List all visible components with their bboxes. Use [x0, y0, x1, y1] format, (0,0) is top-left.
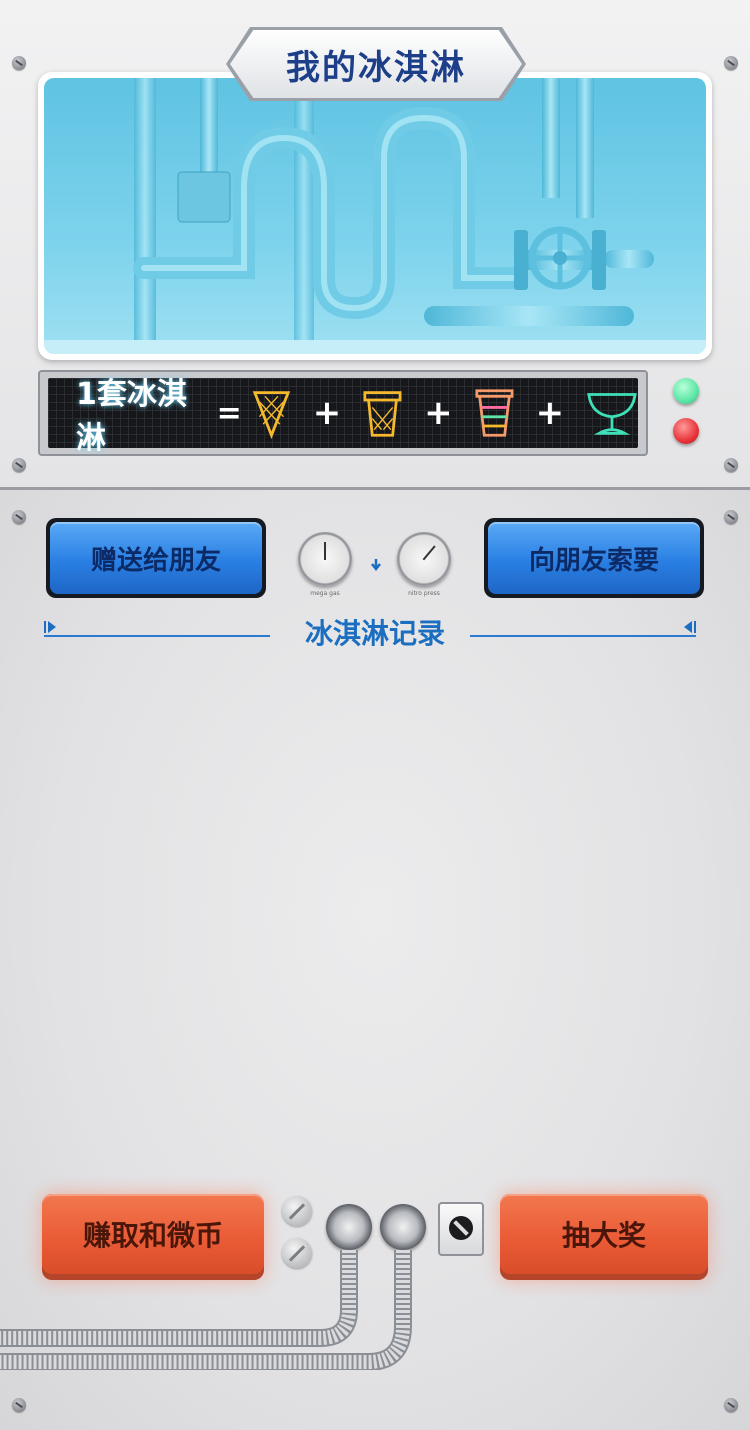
screw: [12, 56, 26, 70]
lottery-button-label: 抽大奖: [561, 1219, 646, 1252]
gift-button-label: 赠送给朋友: [90, 545, 221, 576]
formula-screen: 1套冰淇淋 = + + +: [48, 377, 638, 456]
gift-button-face[interactable]: 赠送给朋友: [50, 522, 262, 594]
screw: [12, 1398, 26, 1412]
request-button-label: 向朋友索要: [528, 545, 659, 576]
screw: [12, 510, 26, 524]
red-indicator-light: [673, 418, 699, 444]
formula-plus: +: [535, 393, 565, 433]
request-from-friend-button[interactable]: 向朋友索要: [484, 518, 704, 598]
gauge-needle: [422, 545, 436, 561]
glass-bowl-icon: [587, 393, 637, 435]
striped-cup-icon: [475, 389, 514, 437]
gauge-icon: [298, 532, 352, 586]
formula-plus: +: [424, 393, 453, 433]
arrow-down-icon: [371, 559, 381, 572]
pipe-tank: [38, 72, 712, 360]
gauge-needle: [324, 542, 326, 560]
screw-icon: [282, 1196, 312, 1226]
formula-board: 1套冰淇淋 = + + +: [38, 370, 648, 456]
gift-to-friend-button[interactable]: 赠送给朋友: [46, 518, 266, 598]
title-plate: 我的冰淇淋: [230, 30, 522, 98]
formula-plus: +: [312, 393, 342, 433]
page-title: 我的冰淇淋: [286, 47, 466, 88]
cup-basket-icon: [363, 391, 402, 437]
screw: [12, 458, 26, 472]
pipe-scene: [44, 78, 706, 354]
cone-icon: [252, 391, 290, 440]
gauge-icon: [397, 532, 451, 586]
hoses-illustration: [0, 1250, 412, 1370]
lottery-button[interactable]: 抽大奖: [500, 1194, 708, 1280]
lottery-button-face[interactable]: 抽大奖: [500, 1194, 708, 1274]
records-list: [40, 670, 710, 1170]
green-indicator-light: [673, 378, 699, 404]
rotary-switch[interactable]: [438, 1202, 484, 1256]
screw: [724, 56, 738, 70]
screw: [724, 1398, 738, 1412]
gauge-label: nitro press: [408, 590, 440, 597]
records-title: 冰淇淋记录: [304, 617, 445, 650]
screw: [724, 458, 738, 472]
formula-equals: =: [216, 395, 242, 431]
formula-lhs: 1套冰淇淋: [76, 377, 187, 456]
request-button-face[interactable]: 向朋友索要: [488, 522, 700, 594]
screw: [724, 510, 738, 524]
pipes-illustration: [44, 78, 706, 354]
gauge-label: mega gas: [310, 590, 340, 597]
switch-knob-icon: [449, 1216, 473, 1240]
